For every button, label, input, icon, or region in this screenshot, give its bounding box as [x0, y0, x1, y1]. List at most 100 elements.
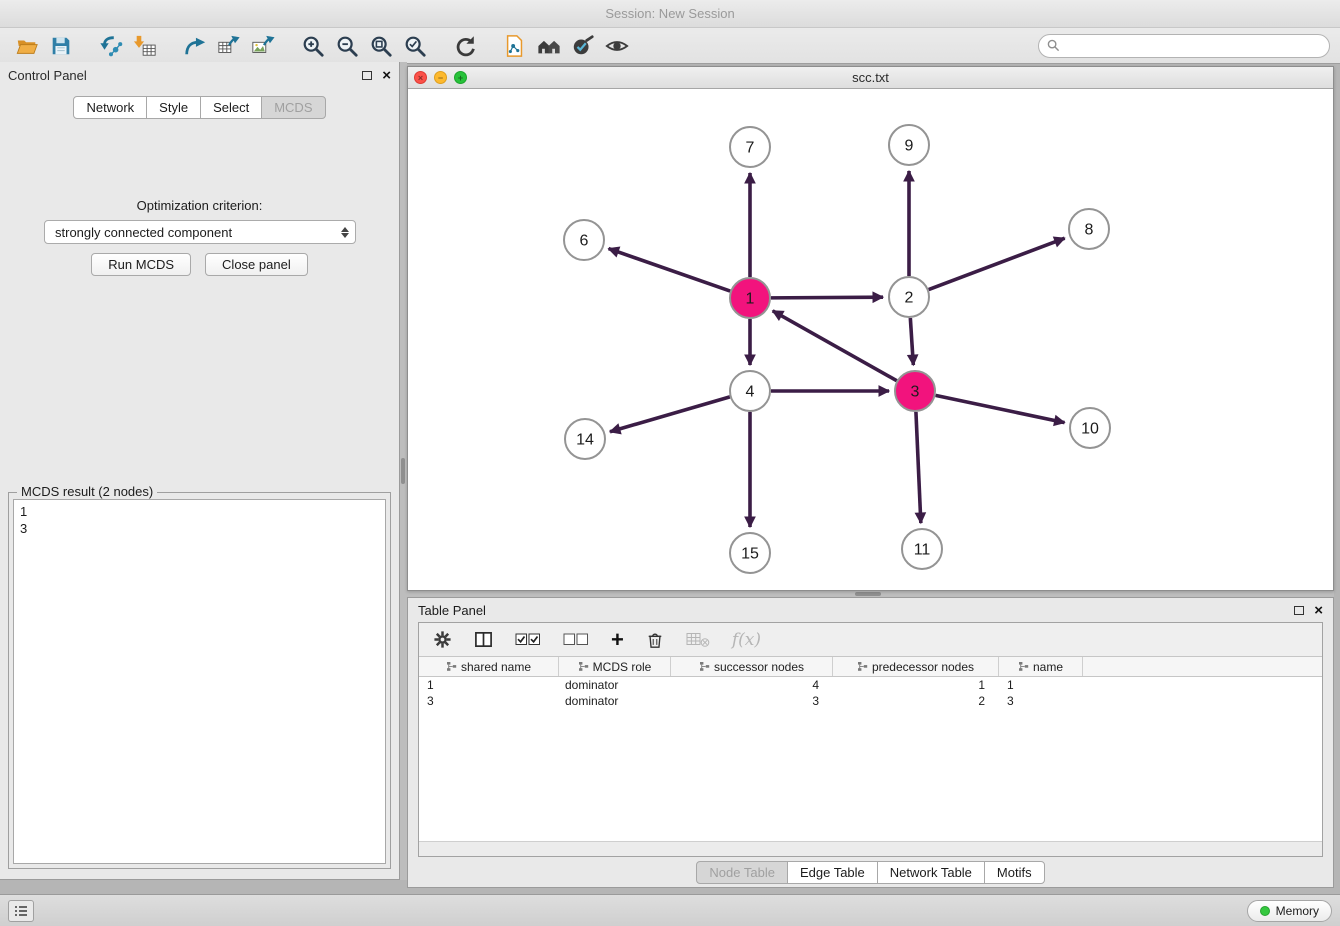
network-graph[interactable]: 1 2 3 4 6 7 8 9 10 11 14 15	[408, 89, 1333, 590]
show-hide-icon[interactable]	[603, 32, 631, 60]
window-title: Session: New Session	[0, 0, 1340, 28]
table-toolbar: + f(x)	[419, 623, 1322, 657]
table-header-row: shared nameMCDS rolesuccessor nodesprede…	[419, 657, 1322, 677]
column-header-mcds-role[interactable]: MCDS role	[559, 657, 671, 676]
node-3[interactable]: 3	[895, 371, 935, 411]
tab-style[interactable]: Style	[146, 96, 201, 119]
export-network-icon[interactable]	[181, 32, 209, 60]
export-table-icon[interactable]	[215, 32, 243, 60]
edge-2-3[interactable]	[910, 318, 913, 365]
search-field[interactable]	[1038, 34, 1330, 58]
select-all-icon[interactable]	[515, 632, 541, 647]
svg-text:10: 10	[1081, 421, 1099, 438]
export-image-icon[interactable]	[249, 32, 277, 60]
save-session-icon[interactable]	[47, 32, 75, 60]
table-row[interactable]: 1dominator411	[419, 677, 1322, 693]
table-horizontal-scrollbar[interactable]	[419, 841, 1322, 856]
delete-column-icon[interactable]	[646, 630, 664, 649]
table-panel: Table Panel × + f(x)	[407, 597, 1334, 888]
zoom-out-icon[interactable]	[333, 32, 361, 60]
close-table-panel-icon[interactable]: ×	[1314, 603, 1323, 618]
node-11[interactable]: 11	[902, 529, 942, 569]
float-table-panel-icon[interactable]	[1294, 606, 1304, 615]
add-column-icon[interactable]: +	[611, 629, 624, 651]
network-canvas[interactable]: 1 2 3 4 6 7 8 9 10 11 14 15	[408, 89, 1333, 590]
tab-node-table[interactable]: Node Table	[696, 861, 788, 884]
open-session-icon[interactable]	[13, 32, 41, 60]
node-6[interactable]: 6	[564, 220, 604, 260]
network-document-icon[interactable]	[501, 32, 529, 60]
refresh-icon[interactable]	[451, 32, 479, 60]
cell-predecessor-nodes: 1	[833, 677, 999, 693]
column-header-predecessor-nodes[interactable]: predecessor nodes	[833, 657, 999, 676]
node-8[interactable]: 8	[1069, 209, 1109, 249]
tab-select[interactable]: Select	[200, 96, 262, 119]
network-window-titlebar[interactable]: × − + scc.txt	[408, 67, 1333, 89]
node-7[interactable]: 7	[730, 127, 770, 167]
memory-status-icon	[1260, 906, 1270, 916]
deselect-all-icon[interactable]	[563, 632, 589, 647]
apply-style-icon[interactable]	[569, 32, 597, 60]
cell-shared-name: 3	[419, 693, 559, 709]
mcds-result-list[interactable]: 13	[13, 499, 386, 864]
svg-text:2: 2	[905, 290, 914, 307]
memory-label: Memory	[1276, 904, 1319, 918]
column-header-successor-nodes[interactable]: successor nodes	[671, 657, 833, 676]
close-panel-icon[interactable]: ×	[382, 68, 391, 83]
network-window-title: scc.txt	[408, 70, 1333, 85]
run-mcds-button[interactable]: Run MCDS	[91, 253, 191, 276]
cell-name: 3	[999, 693, 1083, 709]
svg-text:4: 4	[746, 384, 755, 401]
import-table-icon[interactable]	[131, 32, 159, 60]
show-columns-icon[interactable]	[474, 630, 493, 649]
tab-motifs[interactable]: Motifs	[984, 861, 1045, 884]
table-body[interactable]: 1dominator4113dominator323	[419, 677, 1322, 841]
float-panel-icon[interactable]	[362, 71, 372, 80]
zoom-fit-icon[interactable]	[367, 32, 395, 60]
svg-text:11: 11	[914, 542, 931, 559]
function-builder-icon[interactable]: f(x)	[732, 630, 761, 650]
cell-mcds-role: dominator	[559, 677, 671, 693]
window-zoom-button[interactable]: +	[454, 71, 467, 84]
selected-option-label: strongly connected component	[55, 225, 341, 240]
edge-1-6[interactable]	[609, 249, 731, 291]
zoom-in-icon[interactable]	[299, 32, 327, 60]
window-minimize-button[interactable]: −	[434, 71, 447, 84]
tab-network[interactable]: Network	[73, 96, 147, 119]
memory-button[interactable]: Memory	[1247, 900, 1332, 922]
table-settings-icon[interactable]	[433, 630, 452, 649]
zoom-selected-icon[interactable]	[401, 32, 429, 60]
task-history-button[interactable]	[8, 900, 34, 922]
node-10[interactable]: 10	[1070, 408, 1110, 448]
edge-3-10[interactable]	[936, 395, 1065, 422]
cell-successor-nodes: 4	[671, 677, 833, 693]
node-1[interactable]: 1	[730, 278, 770, 318]
node-9[interactable]: 9	[889, 125, 929, 165]
column-header-shared-name[interactable]: shared name	[419, 657, 559, 676]
node-2[interactable]: 2	[889, 277, 929, 317]
mcds-result-line: 3	[20, 520, 379, 537]
close-panel-button[interactable]: Close panel	[205, 253, 308, 276]
tab-mcds[interactable]: MCDS	[261, 96, 325, 119]
column-header-name[interactable]: name	[999, 657, 1083, 676]
search-input[interactable]	[1065, 39, 1321, 53]
first-neighbors-icon[interactable]	[535, 32, 563, 60]
control-panel-title: Control Panel	[8, 68, 87, 83]
import-network-icon[interactable]	[97, 32, 125, 60]
window-close-button[interactable]: ×	[414, 71, 427, 84]
edge-3-1[interactable]	[773, 311, 897, 381]
tab-network-table[interactable]: Network Table	[877, 861, 985, 884]
vertical-splitter[interactable]	[400, 62, 407, 880]
node-15[interactable]: 15	[730, 533, 770, 573]
optimization-criterion-select[interactable]: strongly connected component	[44, 220, 356, 244]
delete-table-icon[interactable]	[686, 631, 710, 648]
edge-2-8[interactable]	[929, 238, 1065, 289]
edge-1-2[interactable]	[771, 297, 883, 298]
edge-4-14[interactable]	[610, 397, 730, 432]
edge-3-11[interactable]	[916, 412, 921, 523]
node-14[interactable]: 14	[565, 419, 605, 459]
node-4[interactable]: 4	[730, 371, 770, 411]
cell-successor-nodes: 3	[671, 693, 833, 709]
table-row[interactable]: 3dominator323	[419, 693, 1322, 709]
tab-edge-table[interactable]: Edge Table	[787, 861, 878, 884]
